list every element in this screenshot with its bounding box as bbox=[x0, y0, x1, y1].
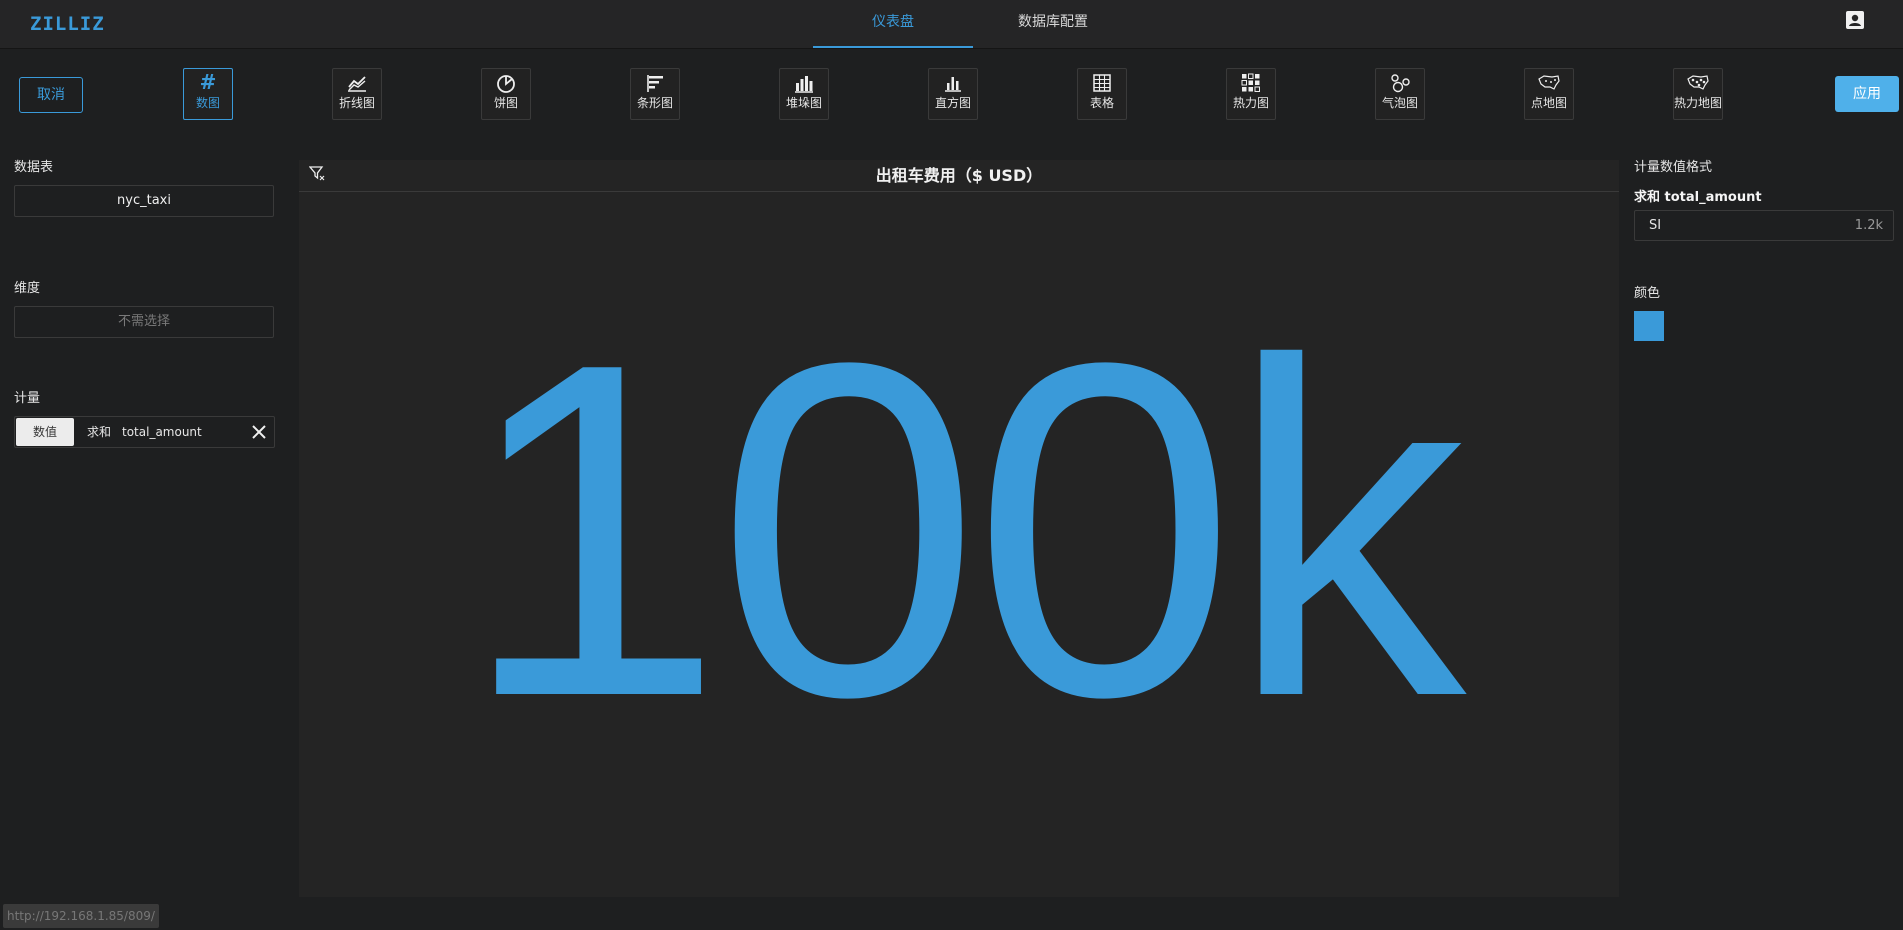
cancel-button[interactable]: 取消 bbox=[19, 77, 83, 113]
histogram-icon bbox=[945, 77, 961, 92]
chart-type-line[interactable]: 折线图 bbox=[332, 68, 382, 120]
tab-database-config[interactable]: 数据库配置 bbox=[973, 0, 1133, 46]
heat-map-geo-icon bbox=[1687, 75, 1709, 90]
line-chart-icon bbox=[348, 76, 366, 92]
chart-type-label: 折线图 bbox=[338, 96, 375, 110]
chart-type-label: 直方图 bbox=[934, 96, 971, 110]
heatmap-icon bbox=[1241, 73, 1260, 92]
chart-type-heatmap[interactable]: 热力图 bbox=[1226, 68, 1276, 120]
format-measure-label: 求和 total_amount bbox=[1634, 190, 1762, 205]
top-nav: ZILLIZ 仪表盘 数据库配置 bbox=[0, 0, 1903, 49]
chart-type-bar[interactable]: 条形图 bbox=[630, 68, 680, 120]
table-section-title: 数据表 bbox=[14, 160, 54, 175]
hash-icon: # bbox=[199, 70, 217, 94]
chart-type-label: 表格 bbox=[1089, 96, 1114, 110]
dimension-section-title: 维度 bbox=[14, 281, 41, 296]
measure-section-title: 计量 bbox=[14, 391, 41, 406]
chart-type-histogram[interactable]: 直方图 bbox=[928, 68, 978, 120]
chart-type-label: 热力地图 bbox=[1674, 96, 1723, 110]
table-select[interactable]: nyc_taxi bbox=[14, 185, 274, 217]
number-format-example: 1.2k bbox=[1854, 218, 1883, 233]
chart-type-label: 气泡图 bbox=[1381, 96, 1418, 110]
measure-field[interactable]: total_amount bbox=[122, 417, 202, 447]
dimension-select[interactable]: 不需选择 bbox=[14, 306, 274, 338]
chart-type-label: 点地图 bbox=[1530, 96, 1567, 110]
chart-type-label: 热力图 bbox=[1232, 96, 1269, 110]
bar-chart-icon bbox=[647, 75, 663, 92]
chart-type-heat-map-geo[interactable]: 热力地图 bbox=[1673, 68, 1723, 120]
number-value: 100k bbox=[459, 264, 1466, 795]
status-url: http://192.168.1.85/809/ bbox=[3, 904, 159, 928]
logo[interactable]: ZILLIZ bbox=[30, 13, 105, 35]
apply-button[interactable]: 应用 bbox=[1835, 76, 1899, 112]
table-icon bbox=[1093, 74, 1111, 92]
color-section-title: 颜色 bbox=[1634, 286, 1661, 301]
chart-type-number[interactable]: # 数图 bbox=[183, 68, 233, 120]
chart-type-label: 堆垛图 bbox=[785, 96, 822, 110]
chart-type-label: 条形图 bbox=[636, 96, 673, 110]
filter-icon[interactable] bbox=[309, 165, 325, 181]
chart-type-stacked[interactable]: 堆垛图 bbox=[779, 68, 829, 120]
chart-header: 出租车费用（$ USD） bbox=[299, 160, 1619, 192]
number-format-select[interactable]: SI 1.2k bbox=[1634, 210, 1894, 241]
chart-type-label: 饼图 bbox=[493, 96, 518, 110]
color-swatch[interactable] bbox=[1634, 311, 1664, 341]
chart-title: 出租车费用（$ USD） bbox=[875, 166, 1043, 185]
chart-type-point-map[interactable]: 点地图 bbox=[1524, 68, 1574, 120]
account-icon[interactable] bbox=[1845, 10, 1865, 30]
close-icon[interactable] bbox=[251, 424, 267, 440]
chart-type-bubble[interactable]: 气泡图 bbox=[1375, 68, 1425, 120]
chart-type-label: 数图 bbox=[195, 96, 220, 110]
tab-dashboard[interactable]: 仪表盘 bbox=[813, 0, 973, 48]
measure-aggregation[interactable]: 求和 bbox=[87, 417, 111, 447]
chart-type-pie[interactable]: 饼图 bbox=[481, 68, 531, 120]
number-format-value: SI bbox=[1649, 218, 1662, 233]
pie-chart-icon bbox=[497, 75, 515, 93]
point-map-icon bbox=[1538, 75, 1560, 90]
measure-type-tag[interactable]: 数值 bbox=[16, 418, 74, 446]
format-section-title: 计量数值格式 bbox=[1634, 160, 1713, 175]
chart-type-table[interactable]: 表格 bbox=[1077, 68, 1127, 120]
stacked-chart-icon bbox=[795, 76, 813, 93]
measure-row: 数值 求和 total_amount bbox=[14, 416, 275, 448]
chart-panel: 出租车费用（$ USD） 100k bbox=[299, 160, 1619, 897]
bubble-chart-icon bbox=[1391, 74, 1410, 93]
